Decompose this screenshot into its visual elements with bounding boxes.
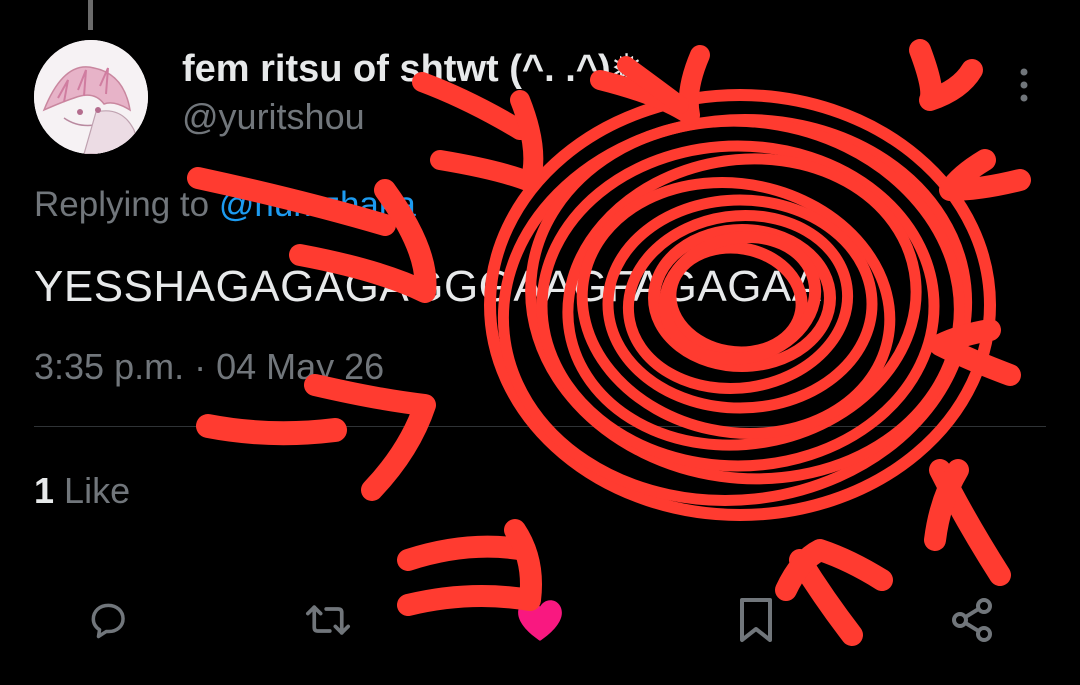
tweet-detail-screen: fem ritsu of shtwt (^. .^)❅ @yuritshou R… (0, 0, 1080, 685)
share-icon (952, 598, 992, 642)
tweet-timestamp[interactable]: 3:35 p.m. · 04 May 26 (34, 346, 384, 388)
bookmark-icon (740, 598, 772, 642)
like-label: Like (64, 470, 131, 511)
heart-icon (518, 600, 562, 641)
red-scribble-overlay (187, 39, 1031, 646)
retweet-button[interactable] (300, 592, 356, 648)
user-handle[interactable]: @yuritshou (182, 96, 365, 138)
share-button[interactable] (944, 592, 1000, 648)
top-edge-mark (88, 0, 93, 30)
reply-bubble-icon (91, 603, 125, 639)
reply-mention-link[interactable]: @numzhaka (219, 185, 416, 224)
reply-button[interactable] (80, 592, 136, 648)
reply-prefix: Replying to (34, 185, 219, 224)
avatar-drawing (34, 40, 148, 154)
display-name[interactable]: fem ritsu of shtwt (^. .^)❅ (182, 46, 642, 91)
retweet-icon (306, 605, 350, 635)
more-vertical-icon[interactable] (1012, 66, 1036, 106)
tweet-text: YESSHAGAGAGAGGGAAGFAGAGAA (34, 262, 822, 311)
bookmark-button[interactable] (728, 592, 784, 648)
reply-context: Replying to @numzhaka (34, 185, 416, 225)
avatar[interactable] (34, 40, 148, 154)
like-count-summary[interactable]: 1 Like (34, 470, 130, 512)
like-count: 1 (34, 470, 55, 511)
divider (34, 426, 1046, 427)
like-button[interactable] (512, 592, 568, 648)
